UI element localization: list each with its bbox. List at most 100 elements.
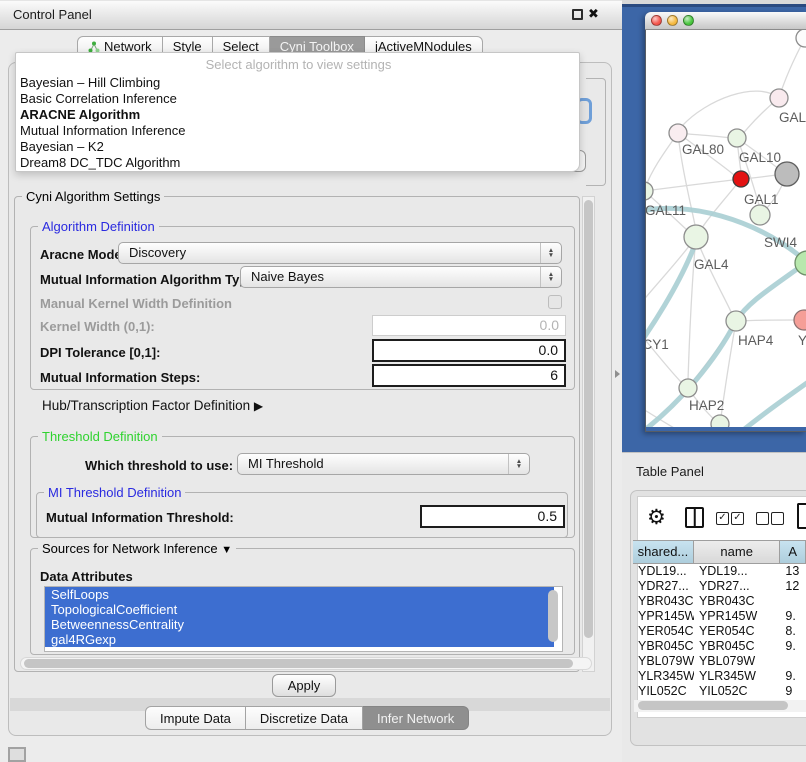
table-cell: YLR345W [694, 669, 780, 684]
control-panel-title: Control Panel [13, 0, 92, 30]
node-below-gal1[interactable] [750, 205, 770, 225]
node-label-gcy1: GCY1 [646, 337, 669, 352]
table-cell: 13 [780, 564, 806, 579]
network-edge[interactable] [779, 38, 805, 98]
node-label-gal4: GAL4 [694, 257, 729, 272]
deselect-all-columns-icon[interactable] [756, 512, 786, 525]
bottom-tab-infer-network[interactable]: Infer Network [363, 706, 469, 730]
algorithm-option[interactable]: Dream8 DC_TDC Algorithm [18, 155, 558, 171]
node-cut-top[interactable] [796, 30, 806, 47]
float-panel-icon[interactable] [572, 9, 583, 20]
mi-type-value: Naive Bayes [251, 269, 324, 284]
column-header-shared[interactable]: shared... [633, 541, 694, 563]
table-header-row: shared...nameA [633, 540, 806, 564]
network-edge[interactable] [646, 179, 741, 191]
node-red[interactable] [733, 171, 749, 187]
table-cell: YDL19... [633, 564, 694, 579]
network-canvas[interactable]: GALGAL80GAL10GAL1GAL11SWI4GAL4GCY1HAP4YH… [646, 30, 806, 427]
column-header-a[interactable]: A [780, 541, 806, 563]
algorithm-option[interactable]: Mutual Information Inference [18, 123, 558, 139]
close-light[interactable] [651, 15, 662, 26]
network-edge[interactable] [646, 133, 678, 191]
node-hap4[interactable] [726, 311, 746, 331]
data-attribute-item[interactable]: gal4RGexp [45, 632, 554, 647]
network-edge-highlighted[interactable] [741, 380, 806, 427]
table-cell: YER054C [694, 624, 780, 639]
splitter-arrow-icon[interactable] [615, 370, 620, 378]
table-row[interactable]: YIL052CYIL052C9 [633, 684, 806, 699]
collapse-arrow-icon[interactable]: ▼ [221, 544, 232, 556]
node-label-gal80: GAL80 [682, 142, 724, 157]
settings-horizontal-scrollbar-thumb[interactable] [24, 659, 573, 668]
checked-box-icon: ✓ [731, 512, 744, 525]
table-cell: YIL052C [694, 684, 780, 699]
table-horizontal-scrollbar-thumb[interactable] [638, 701, 788, 710]
table-cell: 9. [780, 639, 806, 654]
kernel-width-field[interactable]: 0.0 [372, 315, 566, 336]
node-gray[interactable] [775, 162, 799, 186]
hub-definition-expander[interactable]: Hub/Transcription Factor Definition ▶ [42, 398, 263, 413]
bottom-tab-impute-data[interactable]: Impute Data [145, 706, 246, 730]
node-gal10[interactable] [728, 129, 746, 147]
minimize-light[interactable] [667, 15, 678, 26]
dpi-tolerance-field[interactable]: 0.0 [372, 339, 566, 362]
zoom-light[interactable] [683, 15, 694, 26]
table-cell: 9. [780, 669, 806, 684]
mi-threshold-group-title: MI Threshold Definition [44, 485, 185, 500]
network-edge[interactable] [682, 91, 779, 126]
node-salmon[interactable] [794, 310, 806, 330]
column-header-name[interactable]: name [694, 541, 780, 563]
network-edge[interactable] [696, 237, 732, 314]
close-panel-icon[interactable]: ✖ [588, 6, 599, 22]
mi-steps-field[interactable]: 6 [372, 364, 566, 387]
collapsed-widget[interactable] [8, 747, 26, 762]
mi-type-label: Mutual Information Algorithm Type: [40, 272, 259, 287]
table-cell: YDR27... [694, 579, 780, 594]
control-panel-window: Control Panel ✖ NetworkStyleSelectCyni T… [0, 0, 622, 762]
node-cut-bottom[interactable] [711, 415, 729, 427]
node-gal-pink[interactable] [770, 89, 788, 107]
which-threshold-select[interactable]: MI Threshold ▲▼ [237, 453, 530, 475]
table-cell: YPR145W [694, 609, 780, 624]
columns-icon[interactable] [685, 507, 704, 528]
document-icon[interactable] [797, 503, 806, 529]
table-row[interactable]: YBR043CYBR043C [633, 594, 806, 609]
settings-vertical-scrollbar-thumb[interactable] [584, 200, 593, 638]
table-row[interactable]: YBL079WYBL079W [633, 654, 806, 669]
table-row[interactable]: YBR045CYBR045C9. [633, 639, 806, 654]
table-cell: YBL079W [633, 654, 694, 669]
node-gal80[interactable] [669, 124, 687, 142]
aracne-mode-label: Aracne Mode: [40, 247, 126, 262]
network-edge[interactable] [646, 237, 696, 318]
data-attribute-item[interactable]: BetweennessCentrality [45, 617, 554, 632]
threshold-definition-title: Threshold Definition [38, 429, 162, 444]
algorithm-option[interactable]: Bayesian – Hill Climbing [18, 75, 558, 91]
table-row[interactable]: YPR145WYPR145W9. [633, 609, 806, 624]
table-cell: YBR043C [633, 594, 694, 609]
node-hap2[interactable] [679, 379, 697, 397]
algorithm-option[interactable]: Bayesian – K2 [18, 139, 558, 155]
table-cell [780, 594, 806, 609]
table-row[interactable]: YER054CYER054C8. [633, 624, 806, 639]
table-row[interactable]: YDR27...YDR27...12 [633, 579, 806, 594]
spinner-arrows-icon: ▲▼ [508, 454, 529, 474]
manual-kernel-checkbox[interactable] [548, 295, 562, 309]
mi-type-select[interactable]: Naive Bayes ▲▼ [240, 266, 562, 288]
table-row[interactable]: YLR345WYLR345W9. [633, 669, 806, 684]
select-all-columns-icon[interactable]: ✓ ✓ [716, 512, 746, 525]
algorithm-option[interactable]: Basic Correlation Inference [18, 91, 558, 107]
mi-threshold-field[interactable]: 0.5 [420, 505, 565, 528]
data-attribute-item[interactable]: TopologicalCoefficient [45, 602, 554, 617]
aracne-mode-select[interactable]: Discovery ▲▼ [118, 242, 562, 264]
node-gal4[interactable] [684, 225, 708, 249]
bottom-tab-discretize-data[interactable]: Discretize Data [246, 706, 363, 730]
data-attribute-item[interactable]: SelfLoops [45, 587, 554, 602]
algorithm-option[interactable]: ARACNE Algorithm [18, 107, 558, 123]
apply-button[interactable]: Apply [272, 674, 336, 697]
node-attribute-table: shared...nameA YDL19...YDL19...13YDR27..… [633, 540, 806, 699]
table-row[interactable]: YDL19...YDL19...13 [633, 564, 806, 579]
gear-icon[interactable]: ⚙ [647, 505, 666, 530]
table-cell: YER054C [633, 624, 694, 639]
table-cell: YDL19... [694, 564, 780, 579]
attributes-list-scrollbar-thumb[interactable] [548, 590, 558, 642]
